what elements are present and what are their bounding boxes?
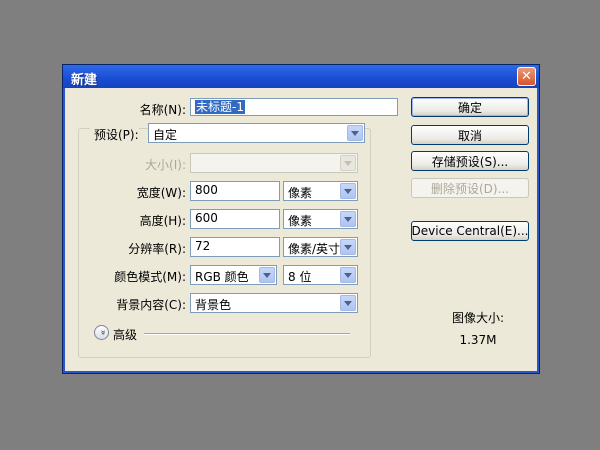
height-unit-value: 像素 [288,214,313,228]
background-label: 背景内容(C): [116,298,186,312]
width-label: 宽度(W): [136,186,186,200]
height-label: 高度(H): [139,214,186,228]
name-label: 名称(N): [139,103,186,117]
name-value: 未标题-1 [195,100,245,114]
close-button[interactable]: ✕ [517,67,536,86]
cancel-button[interactable]: 取消 [411,125,529,145]
color-mode-label: 颜色模式(M): [114,270,186,284]
advanced-toggle-button[interactable]: » [94,325,109,340]
height-unit-select[interactable]: 像素 [283,209,358,229]
bit-depth-select[interactable]: 8 位 [283,265,358,285]
advanced-divider [144,333,350,335]
chevron-down-icon[interactable] [340,155,356,171]
chevron-down-icon[interactable] [340,239,356,255]
chevron-down-icon[interactable] [259,267,275,283]
size-select[interactable] [190,153,358,173]
chevron-down-icon[interactable] [340,183,356,199]
chevron-down-icon[interactable] [340,267,356,283]
width-unit-select[interactable]: 像素 [283,181,358,201]
resolution-input[interactable]: 72 [190,237,280,257]
double-chevron-down-icon: » [96,329,107,336]
color-mode-value: RGB 颜色 [195,270,249,284]
resolution-unit-select[interactable]: 像素/英寸 [283,237,358,257]
color-mode-select[interactable]: RGB 颜色 [190,265,277,285]
advanced-label: 高级 [113,328,138,342]
image-size-label: 图像大小: [451,311,505,325]
size-label: 大小(I): [145,158,186,172]
preset-label: 预设(P): [90,126,139,143]
close-icon: ✕ [521,69,532,84]
background-select[interactable]: 背景色 [190,293,358,313]
bit-depth-value: 8 位 [288,270,312,284]
chevron-down-icon[interactable] [340,295,356,311]
name-input[interactable]: 未标题-1 [190,98,398,116]
resolution-label: 分辨率(R): [128,242,186,256]
device-central-button[interactable]: Device Central(E)... [411,221,529,241]
image-size-value: 1.37M [459,333,497,347]
preset-select[interactable]: 自定 [148,123,365,143]
ok-button[interactable]: 确定 [411,97,529,117]
preset-value: 自定 [153,128,178,142]
title-bar[interactable]: 新建 ✕ [63,65,539,88]
new-document-dialog: 新建 ✕ 名称(N): 未标题-1 预设(P): 自定 大小(I): 宽度(W)… [62,64,540,374]
save-preset-button[interactable]: 存储预设(S)... [411,151,529,171]
height-input[interactable]: 600 [190,209,280,229]
delete-preset-button[interactable]: 删除预设(D)... [411,178,529,198]
chevron-down-icon[interactable] [347,125,363,141]
resolution-unit-value: 像素/英寸 [288,242,341,256]
width-unit-value: 像素 [288,186,313,200]
background-value: 背景色 [195,298,232,312]
dialog-title: 新建 [71,73,98,88]
dialog-body: 名称(N): 未标题-1 预设(P): 自定 大小(I): 宽度(W): 800… [68,88,534,368]
width-input[interactable]: 800 [190,181,280,201]
chevron-down-icon[interactable] [340,211,356,227]
